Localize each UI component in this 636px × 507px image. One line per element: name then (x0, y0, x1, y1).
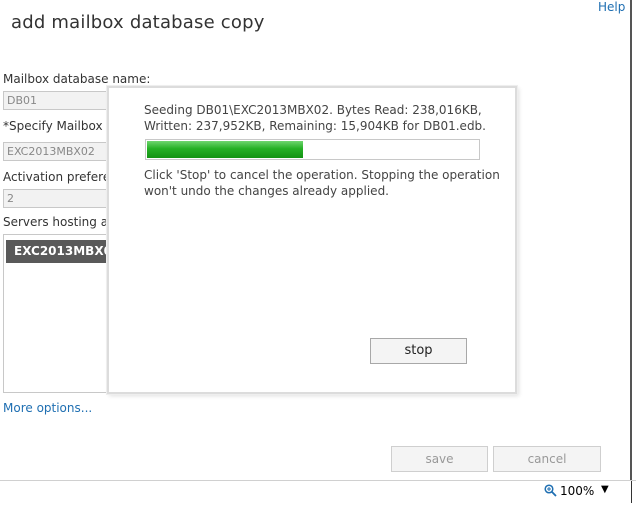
window-right-border (630, 0, 632, 480)
zoom-level[interactable]: 100% (560, 484, 594, 498)
more-options-link[interactable]: More options... (3, 401, 92, 415)
seeding-progress-dialog: Seeding DB01\EXC2013MBX02. Bytes Read: 2… (107, 86, 517, 394)
help-link[interactable]: Help (598, 0, 625, 14)
server-field[interactable]: EXC2013MBX02 (3, 142, 113, 161)
info-line-2: won't undo the changes already applied. (144, 184, 389, 198)
zoom-icon[interactable] (544, 484, 557, 500)
db-name-label: Mailbox database name: (3, 72, 151, 86)
seeding-status-line-2: Written: 237,952KB, Remaining: 15,904KB … (144, 119, 486, 133)
info-line-1: Click 'Stop' to cancel the operation. St… (144, 168, 500, 182)
status-bar-divider (631, 481, 632, 503)
db-name-field[interactable]: DB01 (3, 91, 113, 110)
chevron-down-icon[interactable]: ▼ (601, 484, 609, 495)
server-label: *Specify Mailbox se (3, 119, 120, 133)
stop-button[interactable]: stop (370, 338, 467, 364)
status-bar (0, 480, 636, 507)
seeding-progress-bar (145, 139, 480, 160)
progress-fill (147, 141, 303, 158)
list-item[interactable]: EXC2013MBX01 (6, 240, 120, 263)
activation-preference-field[interactable]: 2 (3, 189, 113, 208)
servers-hosting-list[interactable]: EXC2013MBX01 (3, 234, 120, 393)
seeding-status-line-1: Seeding DB01\EXC2013MBX02. Bytes Read: 2… (144, 103, 482, 117)
page-title: add mailbox database copy (11, 12, 265, 33)
save-button[interactable]: save (391, 446, 488, 472)
cancel-button[interactable]: cancel (493, 446, 601, 472)
